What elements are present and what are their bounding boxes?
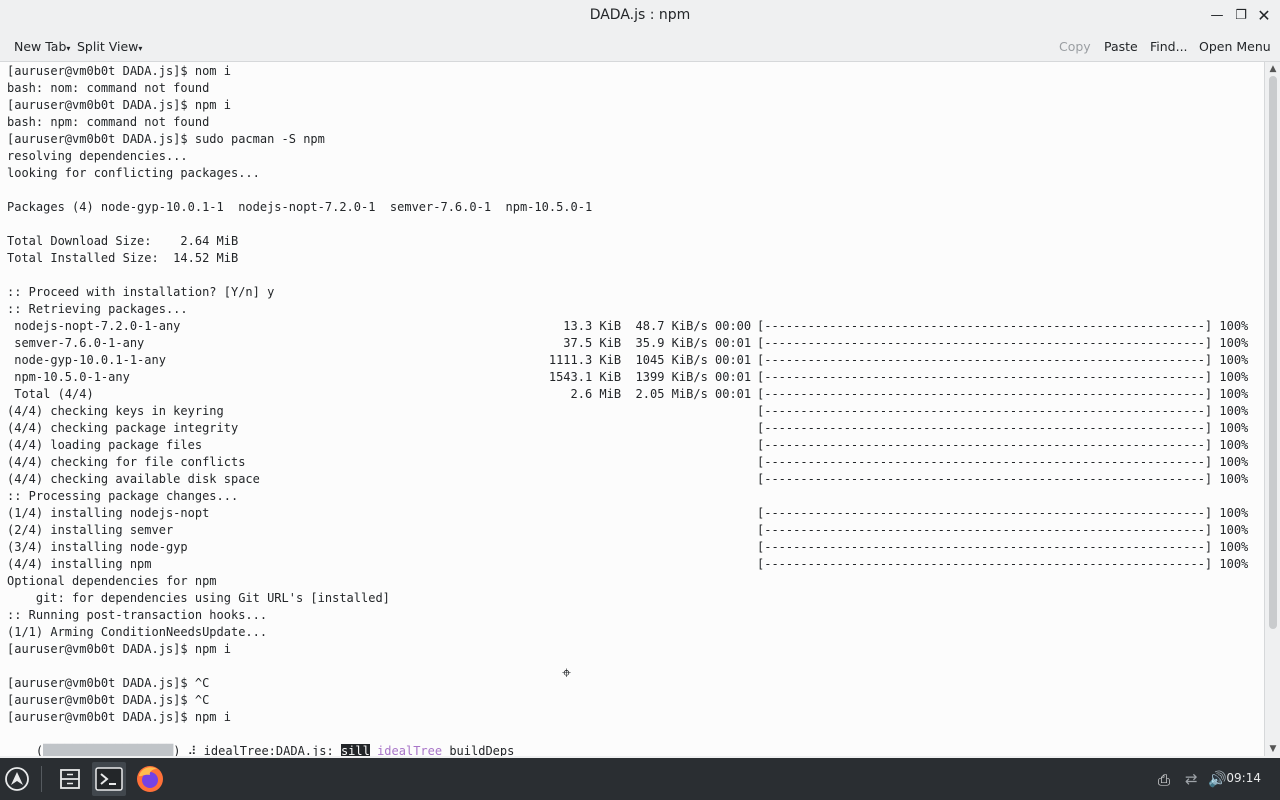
- arch-menu-icon[interactable]: [0, 762, 34, 796]
- npm-progress-line: (██████████████████) ⠼ idealTree:DADA.js…: [35, 744, 515, 756]
- terminal-line: (4/4) loading package files: [7, 438, 203, 452]
- pacman-progress-bar: [---------------------------------------…: [757, 557, 1249, 571]
- scroll-up-icon[interactable]: ▲: [1268, 64, 1278, 74]
- terminal-line: (1/4) installing nodejs-nopt: [7, 506, 210, 520]
- file-manager-icon[interactable]: [53, 762, 87, 796]
- terminal-line: :: Retrieving packages...: [7, 302, 188, 316]
- terminal-line: (4/4) checking for file conflicts: [7, 455, 246, 469]
- pacman-progress-bar: [---------------------------------------…: [757, 506, 1249, 520]
- terminal-line: (4/4) checking keys in keyring: [7, 404, 224, 418]
- terminal-line: looking for conflicting packages...: [7, 166, 260, 180]
- terminal-scrollbar[interactable]: ▲ ▼: [1264, 62, 1280, 756]
- terminal-line: (2/4) installing semver: [7, 523, 174, 537]
- terminal-line: bash: nom: command not found: [7, 81, 210, 95]
- network-icon[interactable]: ⇄: [1185, 770, 1198, 788]
- taskbar-separator: [41, 766, 42, 792]
- terminal-line: :: Proceed with installation? [Y/n] y: [7, 285, 275, 299]
- terminal-line: Total Download Size: 2.64 MiB: [7, 234, 239, 248]
- terminal-line: Packages (4) node-gyp-10.0.1-1 nodejs-no…: [7, 200, 593, 214]
- terminal-line: [auruser@vm0b0t DADA.js]$ sudo pacman -S…: [7, 132, 325, 146]
- terminal-line: [auruser@vm0b0t DADA.js]$ npm i: [7, 98, 231, 112]
- printer-icon[interactable]: ⎙: [1158, 771, 1170, 789]
- terminal-line: :: Processing package changes...: [7, 489, 239, 503]
- terminal-line: npm-10.5.0-1-any 1543.1 KiB 1399 KiB/s 0…: [7, 370, 752, 384]
- pacman-progress-bar: [---------------------------------------…: [757, 387, 1249, 401]
- terminal-line: [auruser@vm0b0t DADA.js]$ nom i: [7, 64, 231, 78]
- scroll-down-icon[interactable]: ▼: [1268, 744, 1278, 754]
- clock[interactable]: 09:14: [1226, 771, 1261, 785]
- terminal-line: [auruser@vm0b0t DADA.js]$ ^C: [7, 676, 210, 690]
- terminal-output[interactable]: [auruser@vm0b0t DADA.js]$ nom i bash: nom…: [0, 62, 1264, 756]
- pacman-progress-bar: [---------------------------------------…: [757, 353, 1249, 367]
- pacman-progress-bar: [---------------------------------------…: [757, 472, 1249, 486]
- find-button[interactable]: Find...: [1150, 39, 1188, 54]
- terminal-line: [auruser@vm0b0t DADA.js]$ npm i: [7, 710, 231, 724]
- terminal-icon[interactable]: [92, 762, 126, 796]
- terminal-line: Optional dependencies for npm: [7, 574, 217, 588]
- terminal-line: (4/4) checking available disk space: [7, 472, 260, 486]
- pacman-progress-bar: [---------------------------------------…: [757, 540, 1249, 554]
- terminal-line: nodejs-nopt-7.2.0-1-any 13.3 KiB 48.7 Ki…: [7, 319, 752, 333]
- close-button[interactable]: ✕: [1254, 6, 1274, 26]
- terminal-line: (1/1) Arming ConditionNeedsUpdate...: [7, 625, 268, 639]
- terminal-line: Total (4/4) 2.6 MiB 2.05 MiB/s 00:01: [7, 387, 752, 401]
- pacman-progress-bar: [---------------------------------------…: [757, 455, 1249, 469]
- text-cursor-icon: ⌖: [562, 663, 572, 682]
- pacman-progress-bar: [---------------------------------------…: [757, 421, 1249, 435]
- terminal-line: Total Installed Size: 14.52 MiB: [7, 251, 239, 265]
- terminal-line: [auruser@vm0b0t DADA.js]$ npm i: [7, 642, 231, 656]
- toolbar: New Tab▾ Split View▾ Copy Paste Find... …: [0, 31, 1280, 62]
- terminal-line: semver-7.6.0-1-any 37.5 KiB 35.9 KiB/s 0…: [7, 336, 752, 350]
- terminal-line: (3/4) installing node-gyp: [7, 540, 188, 554]
- terminal-line: git: for dependencies using Git URL's [i…: [7, 591, 390, 605]
- pacman-progress-bar: [---------------------------------------…: [757, 370, 1249, 384]
- firefox-icon[interactable]: [133, 762, 167, 796]
- open-menu-button[interactable]: Open Menu: [1199, 39, 1271, 54]
- minimize-button[interactable]: —: [1207, 6, 1227, 26]
- copy-button[interactable]: Copy: [1059, 39, 1091, 54]
- paste-button[interactable]: Paste: [1104, 39, 1138, 54]
- terminal-line: resolving dependencies...: [7, 149, 188, 163]
- terminal-line: (4/4) installing npm: [7, 557, 152, 571]
- pacman-progress-bar: [---------------------------------------…: [757, 438, 1249, 452]
- pacman-progress-bar: [---------------------------------------…: [757, 319, 1249, 333]
- terminal-line: :: Running post-transaction hooks...: [7, 608, 268, 622]
- new-tab-button[interactable]: New Tab▾: [14, 39, 70, 54]
- pacman-progress-bar: [---------------------------------------…: [757, 336, 1249, 350]
- pacman-progress-bar: [---------------------------------------…: [757, 404, 1249, 418]
- terminal-line: (4/4) checking package integrity: [7, 421, 239, 435]
- title-bar: DADA.js : npm — ❐ ✕: [0, 0, 1280, 31]
- npm-progress-bar: ██████████████████: [43, 744, 174, 756]
- maximize-button[interactable]: ❐: [1231, 6, 1251, 26]
- taskbar: ⎙ ⇄ 🔊 09:14: [0, 758, 1280, 800]
- terminal-line: bash: npm: command not found: [7, 115, 210, 129]
- pacman-progress-bar: [---------------------------------------…: [757, 523, 1249, 537]
- window-title: DADA.js : npm: [589, 7, 691, 23]
- terminal-line: [auruser@vm0b0t DADA.js]$ ^C: [7, 693, 210, 707]
- scrollbar-handle[interactable]: [1269, 76, 1277, 629]
- volume-icon[interactable]: 🔊: [1208, 770, 1227, 788]
- split-view-button[interactable]: Split View▾: [77, 39, 142, 54]
- terminal-line: node-gyp-10.0.1-1-any 1111.3 KiB 1045 Ki…: [7, 353, 752, 367]
